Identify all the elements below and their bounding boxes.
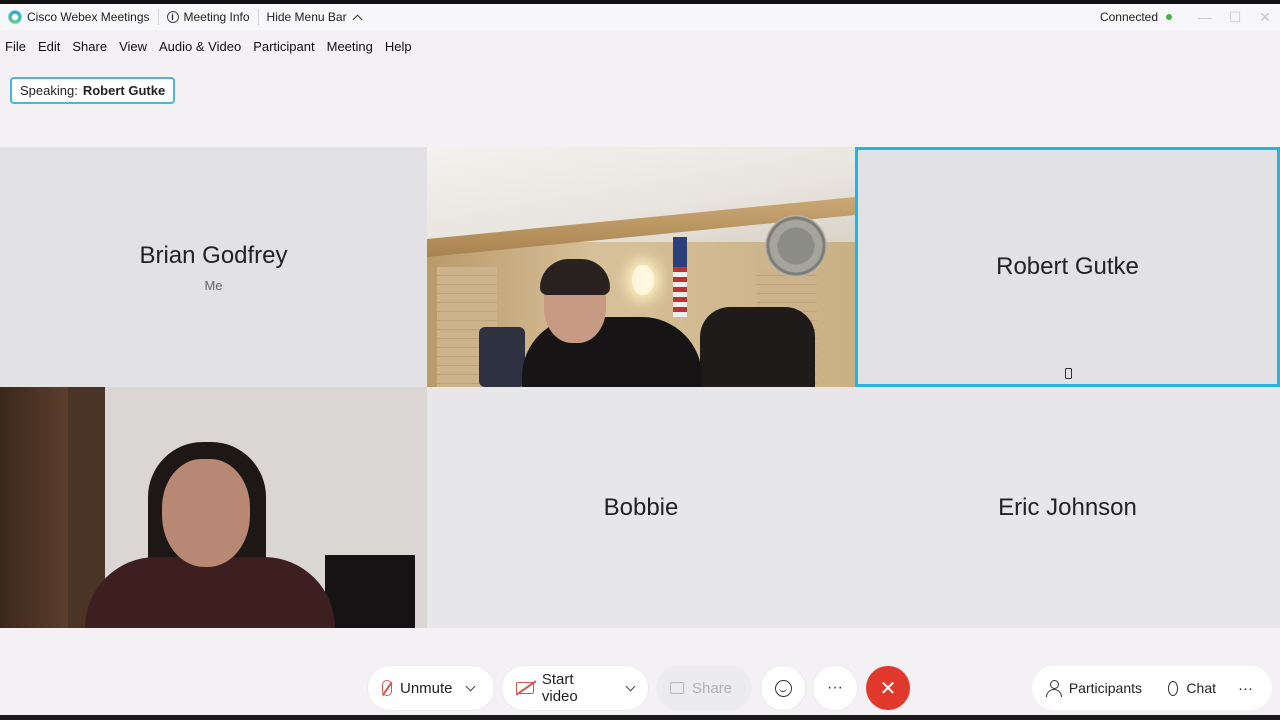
share-label: Share — [692, 679, 733, 697]
window-bottom-border — [0, 715, 1280, 720]
participant-video-woman[interactable] — [0, 387, 427, 628]
participant-self-label: Me — [204, 277, 223, 293]
webex-logo-icon — [8, 10, 22, 24]
meeting-info-label: Meeting Info — [183, 10, 250, 24]
microphone-muted-icon — [382, 680, 392, 696]
title-bar-right: Connected — ☐ ✕ — [1100, 4, 1280, 30]
hide-menu-bar-label: Hide Menu Bar — [266, 10, 347, 24]
share-icon — [670, 682, 684, 694]
menu-meeting[interactable]: Meeting — [321, 39, 379, 54]
close-icon: ✕ — [879, 677, 897, 700]
video-off-icon — [516, 682, 534, 694]
participant-video-image — [0, 387, 427, 628]
speaking-label: Speaking: — [20, 83, 78, 98]
unmute-label: Unmute — [400, 679, 453, 697]
participant-tile-brian-godfrey[interactable]: Brian Godfrey Me — [0, 147, 427, 387]
speaking-name: Robert Gutke — [82, 83, 166, 98]
start-video-label: Start video — [541, 671, 578, 705]
menu-edit[interactable]: Edit — [32, 39, 66, 54]
smiley-icon — [774, 679, 792, 697]
participant-name: Brian Godfrey — [139, 241, 288, 269]
title-bar: Cisco Webex Meetings i Meeting Info Hide… — [0, 0, 1280, 30]
more-icon: ··· — [1238, 679, 1253, 697]
chevron-down-icon[interactable] — [625, 681, 636, 691]
court-seal-image — [765, 215, 827, 277]
more-icon: ··· — [827, 679, 843, 696]
speaking-indicator: Speaking: Robert Gutke — [10, 77, 176, 104]
start-video-button[interactable]: Start video — [502, 666, 648, 710]
participant-video-courtroom[interactable] — [427, 147, 855, 387]
participant-tile-bobbie[interactable]: Bobbie — [427, 387, 855, 628]
reactions-button[interactable] — [761, 666, 805, 710]
chat-icon — [1168, 680, 1179, 696]
menu-participant[interactable]: Participant — [247, 39, 320, 54]
participant-name: Robert Gutke — [996, 253, 1139, 280]
chat-button[interactable]: Chat — [1154, 666, 1230, 710]
maximize-button[interactable]: ☐ — [1220, 4, 1250, 30]
person-icon — [1046, 680, 1062, 697]
menu-audio-video[interactable]: Audio & Video — [153, 39, 247, 54]
flag-image — [673, 237, 687, 317]
menu-help[interactable]: Help — [379, 39, 418, 54]
connection-status: Connected — [1100, 10, 1190, 24]
menu-file[interactable]: File — [0, 39, 32, 54]
minimize-button[interactable]: — — [1190, 4, 1220, 30]
menu-share[interactable]: Share — [66, 39, 113, 54]
participant-name: Bobbie — [603, 493, 679, 521]
chat-label: Chat — [1186, 680, 1216, 696]
mobile-device-icon — [1065, 368, 1072, 379]
menu-view[interactable]: View — [113, 39, 153, 54]
participants-button[interactable]: Participants — [1032, 666, 1156, 710]
panel-more-button[interactable]: ··· — [1228, 666, 1272, 710]
app-title: Cisco Webex Meetings — [0, 4, 158, 30]
close-button[interactable]: ✕ — [1250, 4, 1280, 30]
menu-bar: File Edit Share View Audio & Video Parti… — [0, 34, 418, 58]
participants-label: Participants — [1068, 680, 1142, 696]
info-icon: i — [166, 11, 179, 23]
app-name: Cisco Webex Meetings — [27, 10, 150, 24]
share-button[interactable]: Share — [656, 666, 752, 710]
courtroom-video-image — [427, 147, 855, 387]
chevron-up-icon — [352, 14, 363, 24]
participant-name: Eric Johnson — [998, 493, 1137, 521]
participant-tile-eric-johnson[interactable]: Eric Johnson — [855, 387, 1280, 628]
hide-menu-bar-button[interactable]: Hide Menu Bar — [259, 4, 369, 30]
chevron-down-icon[interactable] — [465, 681, 475, 691]
meeting-controls: Unmute Start video Share ··· ✕ Participa… — [0, 666, 1280, 712]
meeting-info-button[interactable]: i Meeting Info — [159, 4, 258, 30]
video-grid: Brian Godfrey Me Robert Gutke Bobbie Eri… — [0, 147, 1280, 628]
participant-tile-robert-gutke[interactable]: Robert Gutke — [855, 147, 1280, 387]
unmute-button[interactable]: Unmute — [368, 666, 494, 710]
connection-status-label: Connected — [1099, 10, 1158, 24]
status-dot-icon — [1166, 14, 1172, 20]
more-options-button[interactable]: ··· — [813, 666, 857, 710]
end-meeting-button[interactable]: ✕ — [866, 666, 910, 710]
